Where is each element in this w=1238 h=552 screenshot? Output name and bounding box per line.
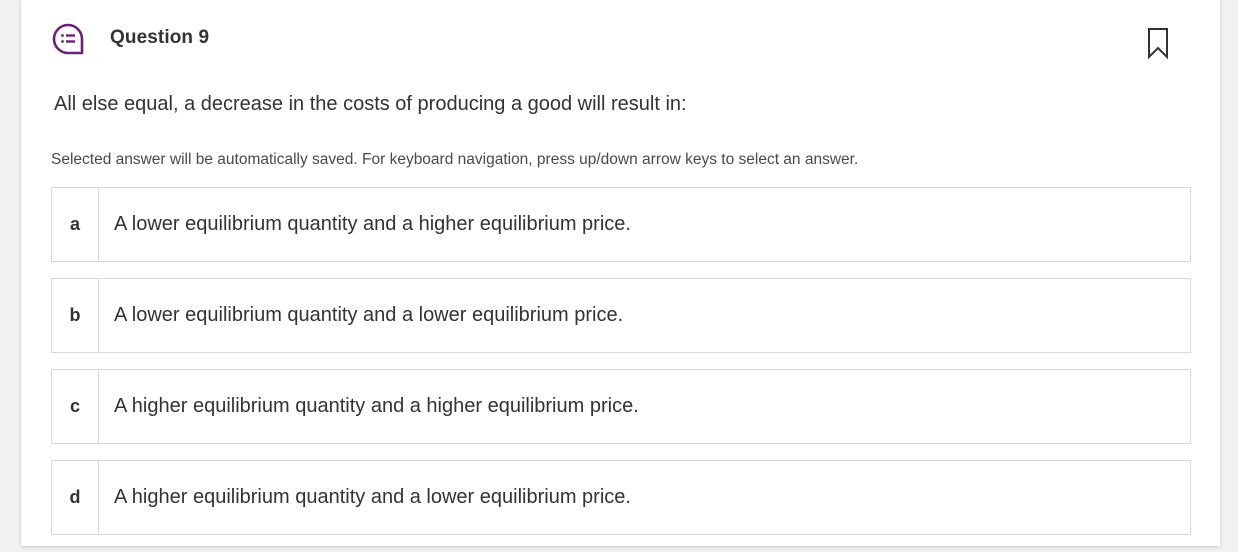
answer-letter: c (52, 370, 99, 443)
answer-text: A lower equilibrium quantity and a lower… (114, 304, 624, 326)
answer-option-c[interactable]: c A higher equilibrium quantity and a hi… (51, 369, 1191, 444)
answer-text: A lower equilibrium quantity and a highe… (114, 213, 631, 235)
answer-letter: b (52, 279, 99, 352)
question-header: Question 9 (21, 0, 1220, 80)
bookmark-icon[interactable] (1145, 26, 1171, 60)
answer-letter: a (52, 188, 99, 261)
answer-text: A higher equilibrium quantity and a high… (114, 395, 639, 417)
answer-option-d[interactable]: d A higher equilibrium quantity and a lo… (51, 460, 1191, 535)
question-title: Question 9 (110, 27, 210, 48)
question-chat-icon (51, 22, 85, 56)
answer-option-b[interactable]: b A lower equilibrium quantity and a low… (51, 278, 1191, 353)
answer-text: A higher equilibrium quantity and a lowe… (114, 486, 631, 508)
question-card: Question 9 All else equal, a decrease in… (21, 0, 1220, 546)
answer-hint: Selected answer will be automatically sa… (51, 151, 859, 168)
question-prompt: All else equal, a decrease in the costs … (54, 93, 687, 115)
answer-option-a[interactable]: a A lower equilibrium quantity and a hig… (51, 187, 1191, 262)
answer-letter: d (52, 461, 99, 534)
answer-list: a A lower equilibrium quantity and a hig… (51, 187, 1191, 551)
